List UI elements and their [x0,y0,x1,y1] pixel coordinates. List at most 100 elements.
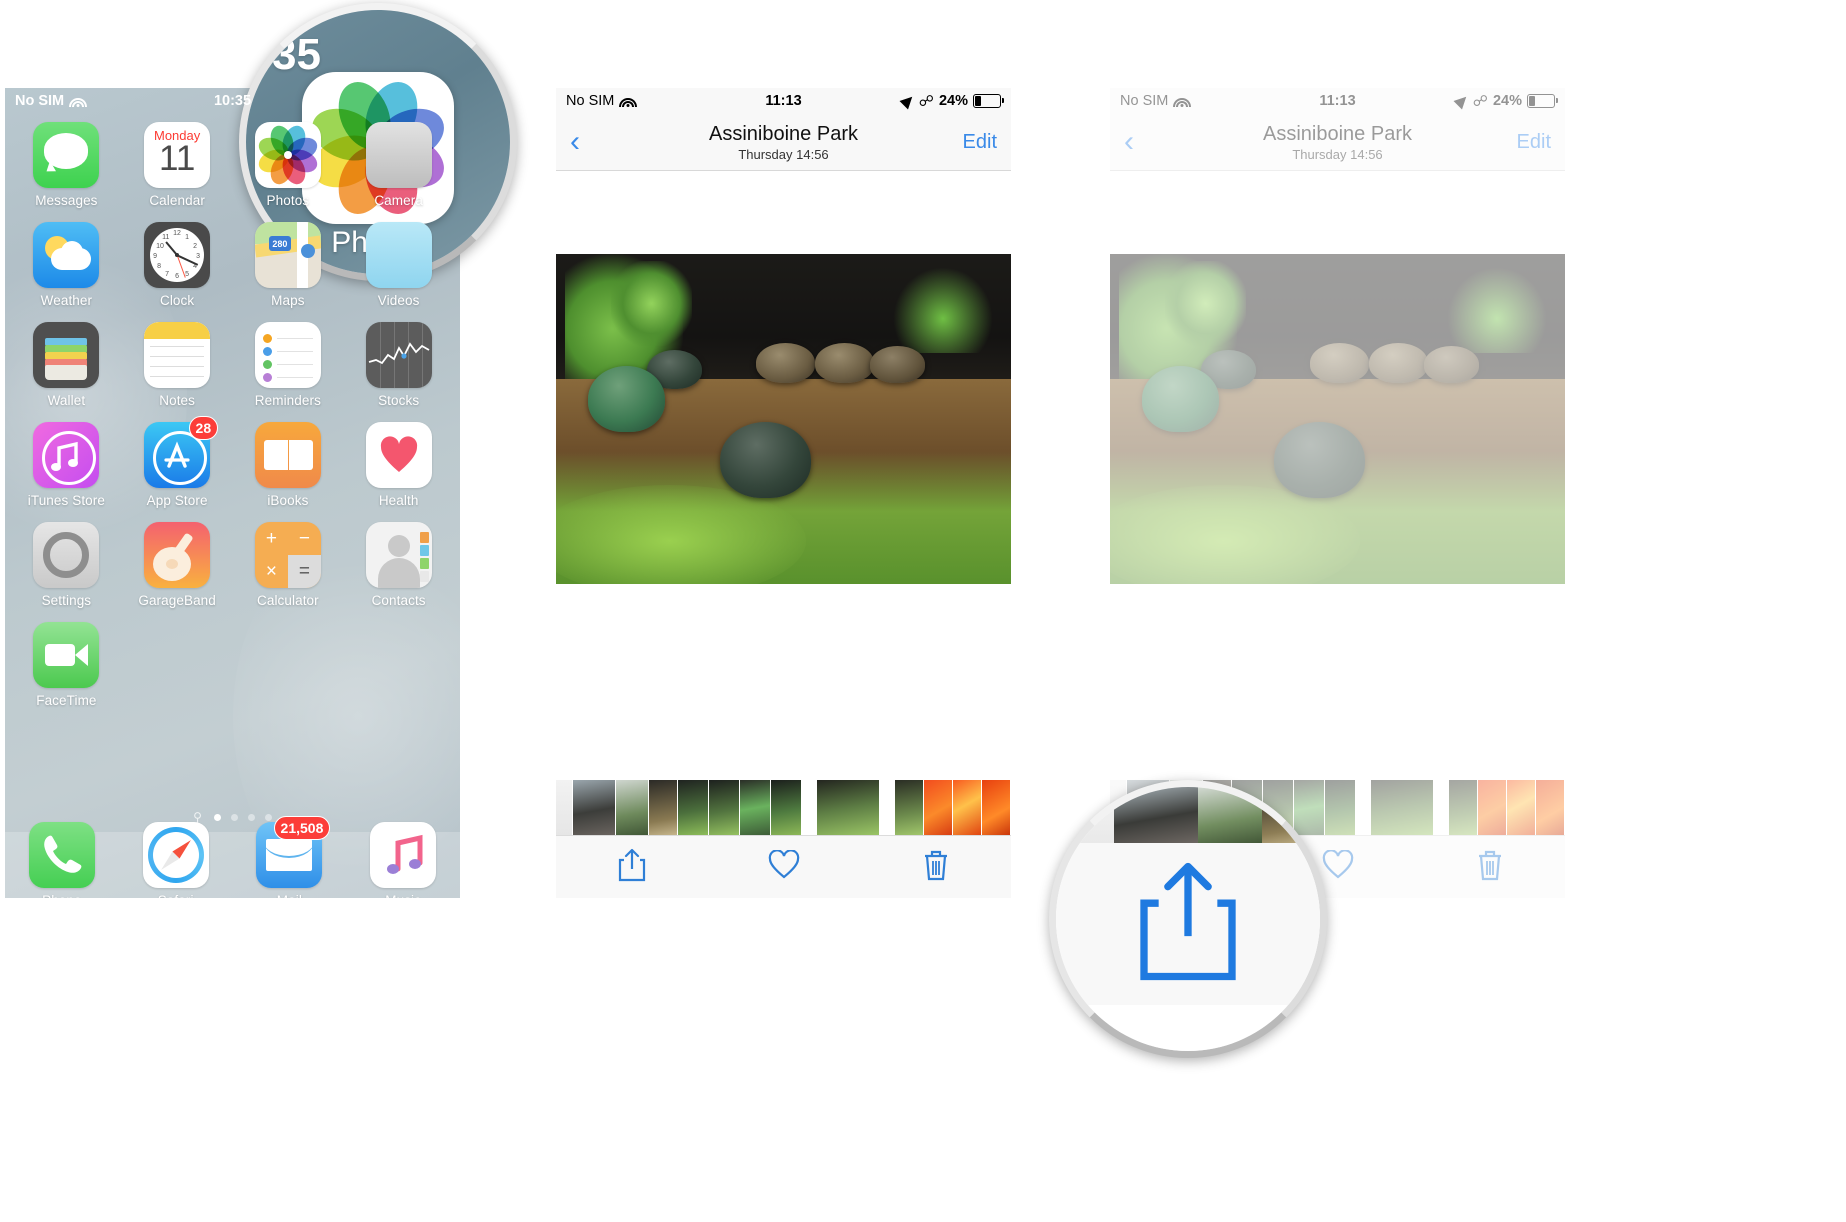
filmstrip-thumb[interactable] [556,780,573,836]
dock-item-music[interactable]: Music [370,822,437,898]
filmstrip-thumb[interactable] [1507,780,1536,836]
app-label: iTunes Store [27,493,105,508]
photo-image[interactable] [556,254,1011,584]
app-calendar[interactable]: Monday 11 Calendar [122,122,233,208]
favorite-button[interactable] [1322,848,1354,885]
facetime-icon [33,622,100,688]
page-dot[interactable] [230,813,238,821]
filmstrip-thumb[interactable] [709,780,740,836]
filmstrip-thumb[interactable] [1536,780,1565,836]
dock-label: Music [385,893,421,898]
filmstrip-gap [880,780,895,836]
app-garageband[interactable]: GarageBand [122,522,233,608]
messages-icon [33,122,100,188]
camera-icon [365,122,432,188]
ibooks-icon [254,422,321,488]
share-icon[interactable] [1132,856,1244,993]
app-label: Photos [266,193,310,208]
photo-image[interactable] [1110,254,1565,584]
filmstrip-thumb[interactable] [649,780,678,836]
app-weather[interactable]: Weather [11,222,122,308]
health-icon [365,422,432,488]
app-notes[interactable]: Notes [122,322,233,408]
status-bar: No SIM 11:13 ☍ 24% [1110,88,1565,114]
app-label: Wallet [47,393,86,408]
mail-badge: 21,508 [273,816,331,840]
filmstrip-thumb[interactable] [573,780,616,836]
filmstrip-thumb-selected[interactable] [817,780,880,836]
calculator-icon: + − × = [254,522,321,588]
app-reminders[interactable]: Reminders [233,322,344,408]
filmstrip-thumb[interactable] [678,780,709,836]
app-label: Calculator [256,593,319,608]
filmstrip-thumb[interactable] [1449,780,1478,836]
notes-icon [144,322,211,388]
filmstrip-thumb[interactable] [982,780,1011,836]
app-facetime[interactable]: FaceTime [11,622,122,708]
app-camera[interactable]: Camera [343,122,454,208]
stocks-icon [365,322,432,388]
dock-item-mail[interactable]: 21,508 Mail [256,816,331,898]
carrier-label: No SIM [1120,93,1169,109]
app-stocks[interactable]: Stocks [343,322,454,408]
photo-filmstrip[interactable] [556,780,1011,836]
app-clock[interactable]: 12 11 10 9 8 7 6 5 4 3 2 1 Clock [122,222,233,308]
app-label: Contacts [371,593,426,608]
dock-item-safari[interactable]: Safari [142,822,209,898]
filmstrip-thumb[interactable] [740,780,771,836]
dock-item-phone[interactable]: Phone [28,822,95,898]
filmstrip-thumb[interactable] [616,780,649,836]
filmstrip-thumb[interactable] [1325,780,1356,836]
filmstrip-thumb[interactable] [1478,780,1507,836]
app-app-store[interactable]: 28 App Store [122,416,233,508]
calc-key-equals: = [287,555,321,588]
page-dot[interactable] [264,813,272,821]
share-button[interactable] [617,847,647,888]
app-health[interactable]: Health [343,422,454,508]
app-settings[interactable]: Settings [11,522,122,608]
iphone-home-screen: No SIM 10:35 Messages Monday 11 Calendar… [5,88,460,898]
filmstrip-thumb[interactable] [771,780,802,836]
filmstrip-thumb[interactable] [924,780,953,836]
filmstrip-gap [1434,780,1449,836]
app-ibooks[interactable]: iBooks [233,422,344,508]
phone-icon [28,822,95,888]
filmstrip-thumb-selected[interactable] [1371,780,1434,836]
status-time: 11:13 [1319,93,1356,109]
delete-button[interactable] [922,848,950,887]
app-label: Maps [271,293,305,308]
app-calculator[interactable]: + − × = Calculator [233,522,344,608]
bluetooth-icon: ☍ [918,93,934,110]
favorite-button[interactable] [768,848,800,885]
magnified-filmstrip [1056,787,1320,843]
delete-button[interactable] [1476,848,1504,887]
location-arrow-icon [899,92,917,110]
maps-icon: 280 [254,222,321,288]
status-time: 11:13 [765,93,802,109]
filmstrip-thumb[interactable] [953,780,982,836]
app-wallet[interactable]: Wallet [11,322,122,408]
app-label: Camera [374,193,423,208]
chevron-left-icon[interactable]: ‹ [1124,127,1134,157]
location-arrow-icon [1453,92,1471,110]
app-itunes-store[interactable]: iTunes Store [11,422,122,508]
app-contacts[interactable]: Contacts [343,522,454,608]
page-dot[interactable] [247,813,255,821]
app-photos[interactable]: Photos [233,122,344,208]
app-label: Weather [40,293,93,308]
app-maps[interactable]: 280 Maps [233,222,344,308]
contacts-icon [365,522,432,588]
edit-button[interactable]: Edit [1517,131,1551,154]
videos-icon [365,222,432,288]
app-label: Settings [41,593,92,608]
app-messages[interactable]: Messages [11,122,122,208]
nav-title-block: Assiniboine Park Thursday 14:56 [709,123,858,162]
edit-button[interactable]: Edit [963,131,997,154]
page-title: Assiniboine Park [1263,122,1412,145]
chevron-left-icon[interactable]: ‹ [570,127,580,157]
home-status-bar: No SIM 10:35 [5,88,460,114]
page-dot[interactable] [213,813,221,821]
calc-key-plus: + [265,527,277,549]
app-videos[interactable]: Videos [343,222,454,308]
filmstrip-thumb[interactable] [895,780,924,836]
